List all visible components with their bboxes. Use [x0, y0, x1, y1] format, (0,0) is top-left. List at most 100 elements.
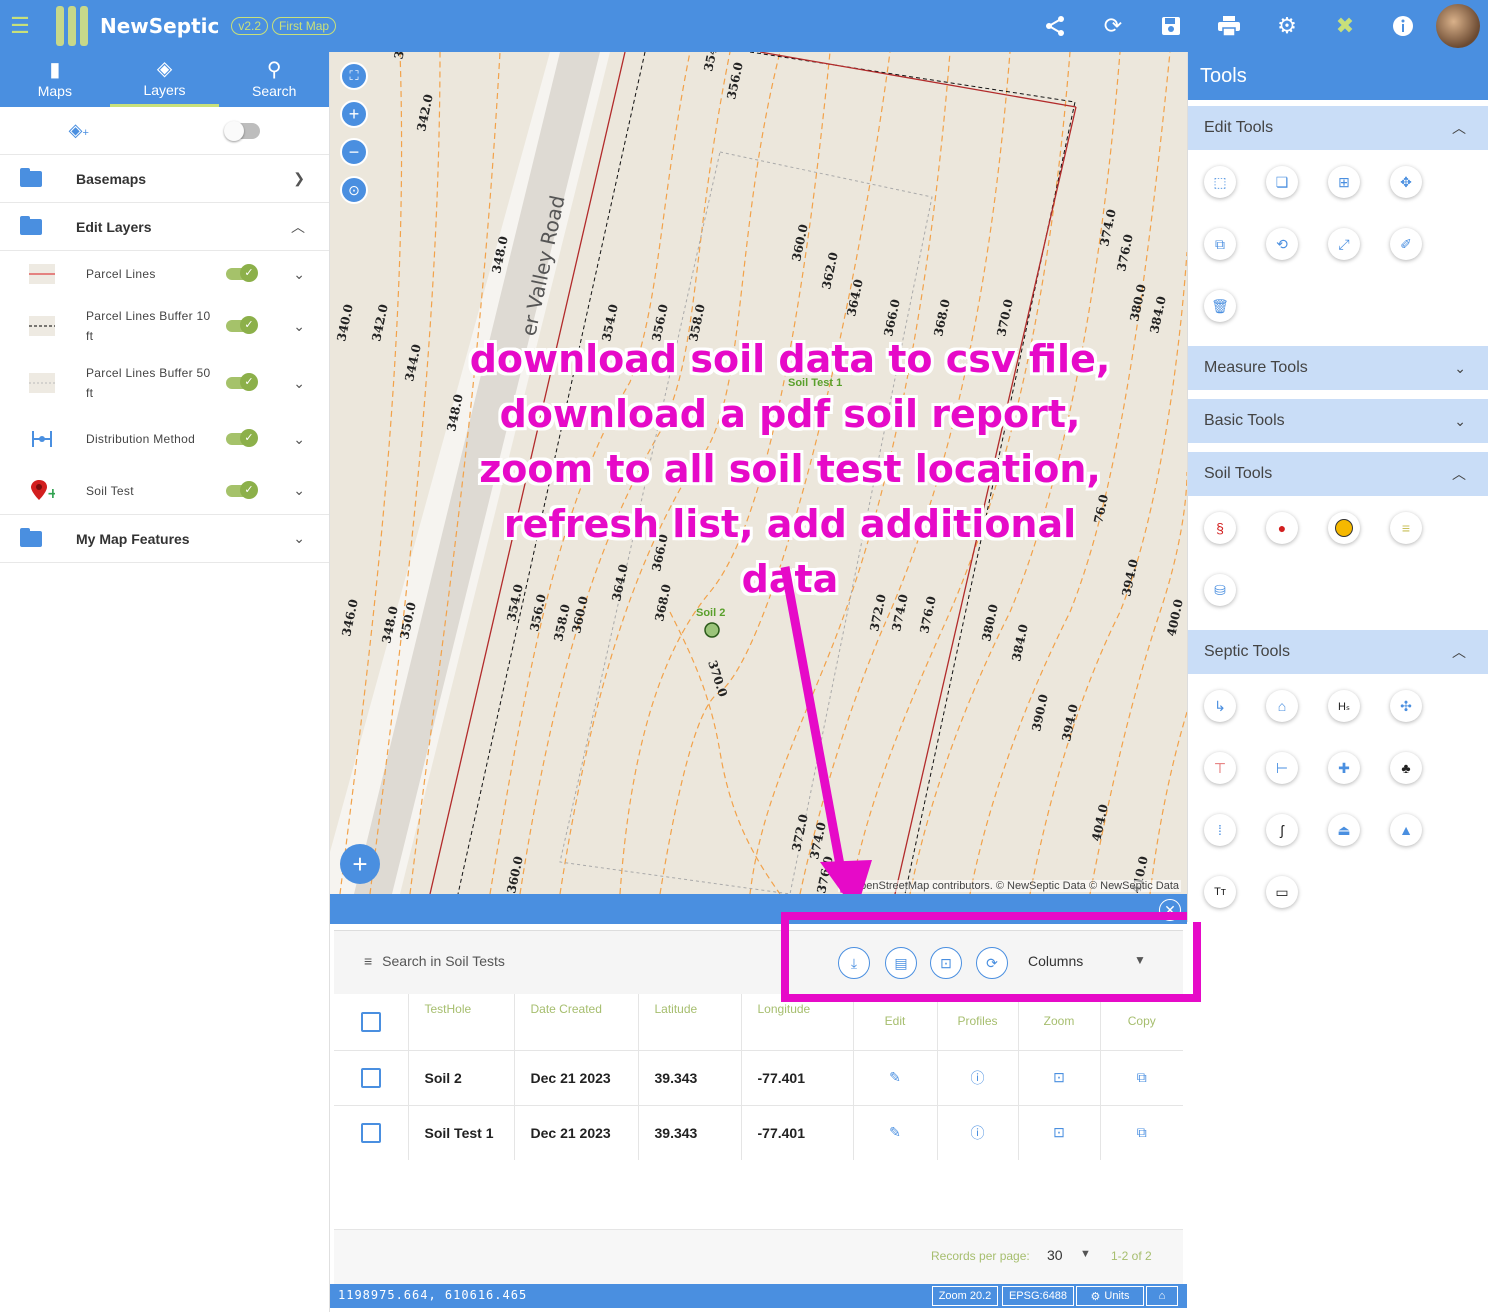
profile-info-icon[interactable]: ⓘ [937, 1104, 1019, 1160]
layer-group-edit-layers[interactable]: Edit Layers ︿ [0, 203, 329, 251]
chevron-down-icon[interactable]: ⌄ [293, 318, 305, 335]
tree-icon[interactable]: ♣ [1390, 752, 1422, 784]
tank-icon[interactable]: ⏏ [1328, 814, 1360, 846]
records-per-page-select[interactable]: 30 [1047, 1247, 1063, 1263]
chevron-down-icon[interactable]: ⌄ [293, 375, 305, 392]
layer-visibility-toggle[interactable] [226, 264, 258, 282]
search-input[interactable]: Search in Soil Tests [382, 953, 505, 969]
layer-visibility-toggle[interactable] [226, 480, 258, 499]
edit-icon[interactable]: ✎ [853, 1049, 938, 1105]
chevron-up-icon[interactable]: ︿ [1452, 118, 1466, 138]
tab-maps[interactable]: ▮ Maps [0, 52, 110, 107]
well-icon[interactable]: ⁞ [1204, 814, 1236, 846]
refresh-icon[interactable]: ⟳ [1084, 0, 1142, 52]
copy-icon[interactable]: ⧉ [1100, 1049, 1183, 1105]
profile-info-icon[interactable]: ⓘ [937, 1049, 1019, 1105]
water-line-icon[interactable]: ʃ [1266, 814, 1298, 846]
epsg-code[interactable]: EPSG:6488 [1002, 1286, 1074, 1306]
home-icon[interactable]: ⌂ [1146, 1286, 1178, 1306]
column-header[interactable]: Date Created [514, 994, 639, 1050]
menu-icon[interactable]: ☰ [0, 0, 40, 52]
table-row[interactable]: Soil 2 Dec 21 2023 39.343 -77.401 ✎ ⓘ ⊡ … [334, 1049, 1183, 1105]
layers-master-toggle[interactable] [224, 120, 261, 141]
section-basic-tools[interactable]: Basic Tools ⌄ [1188, 399, 1488, 443]
date-cell: Dec 21 2023 [514, 1049, 639, 1105]
pump-icon[interactable]: ✣ [1390, 690, 1422, 722]
user-avatar[interactable] [1436, 4, 1480, 48]
select-multiple-icon[interactable]: ❏ [1266, 166, 1298, 198]
copy-feature-icon[interactable]: ⧉ [1204, 228, 1236, 260]
distribution-icon[interactable]: ⊢ [1266, 752, 1298, 784]
chevron-down-icon[interactable]: ⌄ [1454, 413, 1466, 430]
tools-icon[interactable]: ✖ [1316, 0, 1374, 52]
rotate-icon[interactable]: ⟲ [1266, 228, 1298, 260]
map-canvas[interactable]: er Valley Road 342.0 34 348.0 340.0 342.… [330, 52, 1187, 894]
soil-database-icon[interactable]: ⛁ [1204, 574, 1236, 606]
section-septic-tools[interactable]: Septic Tools ︿ [1188, 630, 1488, 674]
hs-icon[interactable]: Hₛ [1328, 690, 1360, 722]
layer-group-my-map-features[interactable]: My Map Features ⌄ [0, 515, 329, 563]
row-checkbox[interactable] [360, 1122, 381, 1143]
add-layer-icon[interactable]: ◈+ [69, 120, 89, 141]
chevron-down-icon[interactable]: ❯ [293, 170, 305, 187]
section-edit-tools[interactable]: Edit Tools ︿ [1188, 106, 1488, 150]
tab-layers[interactable]: ◈ Layers [109, 52, 220, 107]
soil-marker-icon[interactable] [1328, 512, 1360, 544]
chevron-down-icon[interactable]: ⌄ [293, 431, 305, 448]
folder-open-icon[interactable]: ▭ [1266, 876, 1298, 908]
chevron-up-icon[interactable]: ︿ [1452, 642, 1466, 662]
map-name-badge[interactable]: First Map [272, 17, 337, 35]
column-header[interactable]: TestHole [408, 994, 515, 1050]
style-brush-icon[interactable]: ✐ [1390, 228, 1422, 260]
table-row[interactable]: Soil Test 1 Dec 21 2023 39.343 -77.401 ✎… [334, 1104, 1183, 1160]
info-icon[interactable] [1374, 0, 1432, 52]
layer-visibility-toggle[interactable] [226, 316, 258, 334]
tab-layers-label: Layers [143, 81, 186, 98]
tee-icon[interactable]: ⊤ [1204, 752, 1236, 784]
copy-icon[interactable]: ⧉ [1100, 1104, 1183, 1160]
testhole-cell: Soil 2 [408, 1049, 515, 1105]
edit-icon[interactable]: ✎ [853, 1104, 938, 1160]
chevron-down-icon[interactable]: ⌄ [293, 482, 305, 499]
chevron-down-icon[interactable]: ⌄ [293, 530, 305, 547]
move-icon[interactable]: ✥ [1390, 166, 1422, 198]
select-all-checkbox[interactable] [360, 1012, 381, 1032]
layer-visibility-toggle[interactable] [226, 429, 258, 447]
print-icon[interactable] [1200, 0, 1258, 52]
chevron-down-icon[interactable]: ⌄ [293, 266, 305, 283]
layer-label: Parcel Lines [86, 267, 156, 281]
app-logo [56, 6, 88, 46]
chevron-down-icon[interactable]: ⌄ [1454, 360, 1466, 377]
search-field[interactable]: ≡ Search in Soil Tests [364, 953, 505, 969]
save-icon[interactable] [1142, 0, 1200, 52]
triangle-icon[interactable]: ▲ [1390, 814, 1422, 846]
section-measure-tools[interactable]: Measure Tools ⌄ [1188, 346, 1488, 390]
units-button[interactable]: ⚙ Units [1076, 1286, 1144, 1306]
column-header[interactable]: Longitude [741, 994, 854, 1050]
dropdown-arrow-icon[interactable]: ▼ [1080, 1248, 1091, 1260]
share-icon[interactable] [1026, 0, 1084, 52]
row-checkbox[interactable] [360, 1067, 381, 1088]
section-soil-tools[interactable]: Soil Tools ︿ [1188, 452, 1488, 496]
zoom-to-icon[interactable]: ⊡ [1018, 1104, 1101, 1160]
add-selection-icon[interactable]: ⊞ [1328, 166, 1360, 198]
add-soil-test-icon[interactable]: ● [1266, 512, 1298, 544]
house-icon[interactable]: ⌂ [1266, 690, 1298, 722]
soil-list-icon[interactable]: ≡ [1390, 512, 1422, 544]
pipe-icon[interactable]: ↳ [1204, 690, 1236, 722]
scale-icon[interactable]: ⤢ [1328, 228, 1360, 260]
column-header[interactable]: Latitude [638, 994, 742, 1050]
tab-search[interactable]: ⚲ Search [219, 52, 329, 107]
select-box-icon[interactable]: ⬚ [1204, 166, 1236, 198]
chevron-up-icon[interactable]: ︿ [291, 217, 305, 237]
layer-visibility-toggle[interactable] [226, 373, 258, 391]
settings-icon[interactable]: ⚙ [1258, 0, 1316, 52]
layer-group-basemaps[interactable]: Basemaps ❯ [0, 155, 329, 203]
layer-group-label: Edit Layers [76, 218, 152, 235]
soil-map-icon[interactable]: § [1204, 512, 1236, 544]
delete-icon[interactable]: 🗑 [1204, 290, 1236, 322]
add-shape-icon[interactable]: ✚ [1328, 752, 1360, 784]
chevron-up-icon[interactable]: ︿ [1452, 464, 1466, 484]
text-icon[interactable]: Tт [1204, 876, 1236, 908]
zoom-to-icon[interactable]: ⊡ [1018, 1049, 1101, 1105]
